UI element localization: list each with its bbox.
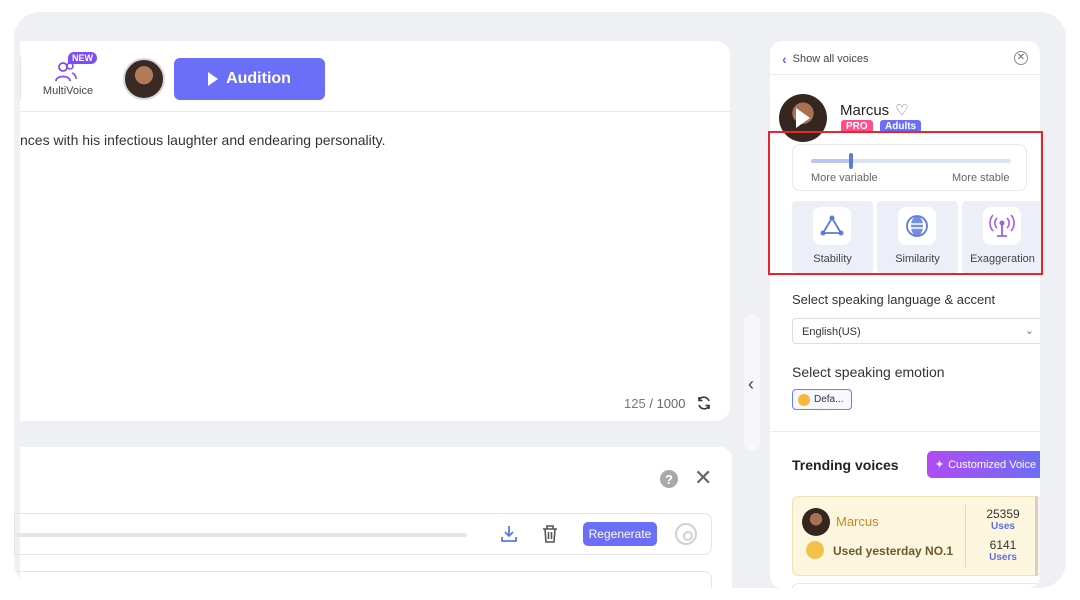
multivoice-button[interactable]: NEW MultiVoice [38,49,97,105]
script-text[interactable]: nces with his infectious laughter and en… [20,132,386,148]
heart-icon[interactable]: ♡ [895,101,908,119]
multivoice-label: MultiVoice [42,85,94,97]
character-counter: 125 / 1000 [624,395,712,411]
chevron-left-icon: ‹ [782,51,787,67]
audio-result-row: Regenerate [14,513,712,555]
disc-icon[interactable] [675,523,697,545]
card-divider [965,505,966,567]
show-all-voices-link[interactable]: ‹ Show all voices [782,51,869,67]
play-icon [208,72,219,86]
close-icon[interactable]: ✕ [1014,51,1028,65]
char-count: 125 [624,395,646,411]
trending-title: Trending voices [792,457,899,473]
trending-voice-card[interactable] [792,583,1040,588]
char-limit: 1000 [656,395,686,411]
download-icon[interactable] [499,524,519,544]
users-count: 6141 [989,538,1017,552]
editor-toolbar: NEW MultiVoice Audition [20,41,730,112]
emotion-chip[interactable]: Defa... [792,389,852,410]
audio-result-row [14,571,712,588]
result-panel: ? ✕ Regenerate [14,447,732,588]
audition-button[interactable]: Audition [174,58,325,100]
scrollbar[interactable] [1035,496,1038,576]
voice-avatar[interactable] [123,58,165,100]
users-stat: 6141 Users [973,538,1033,563]
show-all-voices-label: Show all voices [792,53,869,65]
close-icon[interactable]: ✕ [694,465,712,491]
voice-panel-header: ‹ Show all voices ✕ [770,41,1040,75]
voice-settings-panel: ‹ Show all voices ✕ Marcus ♡ PRO Adults … [770,41,1040,588]
trending-voice-card[interactable]: Marcus Used yesterday NO.1 25359 Uses 61… [792,496,1040,576]
help-icon[interactable]: ? [660,470,678,488]
refresh-icon[interactable] [696,395,712,411]
customized-voice-label: Customized Voice [948,458,1037,471]
uses-count: 25359 [986,507,1020,521]
play-icon [796,108,810,128]
text-editor-panel: NEW MultiVoice Audition nces with his in… [20,41,730,421]
language-select[interactable]: English(US) ⌄ [792,318,1040,344]
language-value: English(US) [802,326,861,338]
uses-stat: 25359 Uses [973,507,1033,532]
audition-label: Audition [226,70,291,87]
sparkle-icon: ✦ [934,459,945,471]
voice-name: Marcus ♡ [840,101,909,120]
toolbar-divider [20,57,21,99]
customized-voice-button[interactable]: ✦ Customized Voice [927,451,1040,478]
rank-text: Used yesterday NO.1 [833,544,954,558]
voice-name-label: Marcus [840,101,890,119]
emotion-section-title: Select speaking emotion [792,364,945,380]
uses-label: Uses [991,521,1015,532]
emoji-face-icon [798,393,810,406]
section-divider [770,431,1040,432]
language-section-title: Select speaking language & accent [792,292,996,307]
emotion-value: Defa... [814,394,844,405]
users-label: Users [989,552,1017,563]
char-separator: / [649,395,653,411]
audio-progress[interactable] [15,533,467,537]
trending-voice-name: Marcus [836,514,879,529]
regenerate-button[interactable]: Regenerate [583,522,657,546]
parameter-highlight-box [768,131,1043,275]
chevron-left-icon[interactable]: ‹ [748,374,754,395]
avatar [802,508,830,536]
chevron-down-icon: ⌄ [1024,325,1034,337]
trash-icon[interactable] [541,524,559,544]
app-frame: NEW MultiVoice Audition nces with his in… [14,12,1066,588]
multi-user-icon [55,62,77,82]
medal-icon [806,541,824,559]
